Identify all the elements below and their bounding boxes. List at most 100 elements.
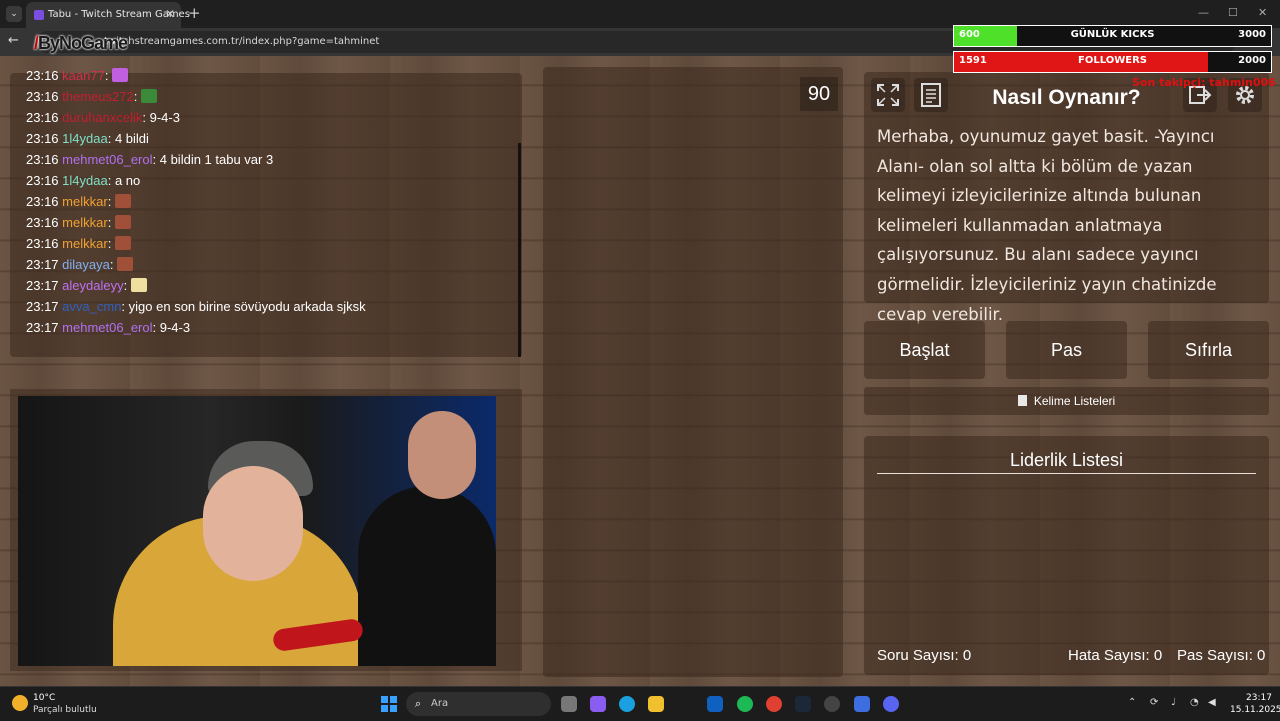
- chat-emote-icon: [114, 215, 131, 229]
- chat-username[interactable]: melkkar: [62, 215, 108, 230]
- taskbar-search[interactable]: ⌕ Ara: [406, 692, 551, 716]
- close-window-button[interactable]: ✕: [1258, 6, 1267, 19]
- back-button[interactable]: ←: [8, 33, 19, 48]
- streamer-head: [203, 466, 303, 581]
- maximize-button[interactable]: ☐: [1228, 6, 1238, 19]
- mic-icon[interactable]: ♩: [1171, 697, 1176, 708]
- copilot-icon[interactable]: [590, 696, 606, 712]
- wifi-icon[interactable]: ◔: [1190, 697, 1199, 708]
- clock-time[interactable]: 23:17: [1246, 693, 1272, 703]
- spotify-icon[interactable]: [737, 696, 753, 712]
- round-timer: 90: [800, 77, 838, 111]
- tab-close-icon[interactable]: ✕: [165, 7, 175, 21]
- chat-emote-icon: [117, 257, 134, 271]
- chat-timestamp: 23:16: [26, 236, 59, 251]
- app-icon[interactable]: [854, 696, 870, 712]
- chat-emote-icon: [140, 89, 157, 103]
- chat-timestamp: 23:16: [26, 152, 59, 167]
- chat-message: 23:16 1l4ydaa: a no: [26, 173, 141, 188]
- file-explorer-icon[interactable]: [648, 696, 664, 712]
- chat-message: 23:16 duruhanxcelik: 9-4-3: [26, 110, 180, 125]
- chat-emote-icon: [130, 278, 147, 292]
- chat-message: 23:16 1l4ydaa: 4 bildi: [26, 131, 149, 146]
- pass-button[interactable]: Pas: [1006, 321, 1127, 379]
- taskbar: 10°C Parçalı bulutlu ⌕ Ara ⌃ ⟳ ♩ ◔ ◀ 23:…: [0, 686, 1280, 721]
- tab-bar: ⌄ Tabu - Twitch Stream Games ✕ + — ☐ ✕: [0, 0, 1280, 28]
- chat-scrollbar[interactable]: [518, 143, 521, 357]
- start-button[interactable]: Başlat: [864, 321, 985, 379]
- chat-message: 23:16 melkkar:: [26, 215, 131, 230]
- steam-icon[interactable]: [795, 696, 811, 712]
- chat-username[interactable]: 1l4ydaa: [62, 131, 108, 146]
- chat-text: a no: [111, 173, 141, 188]
- search-icon: ⌕: [415, 697, 422, 710]
- chat-text: 4 bildin 1 tabu var 3: [156, 152, 274, 167]
- chat-timestamp: 23:16: [26, 194, 59, 209]
- chat-timestamp: 23:17: [26, 299, 59, 314]
- reset-button[interactable]: Sıfırla: [1148, 321, 1269, 379]
- how-to-title: Nasıl Oynanır?: [992, 86, 1141, 109]
- chat-username[interactable]: duruhanxcelik: [62, 110, 142, 125]
- chat-message: 23:16 melkkar:: [26, 194, 131, 209]
- outlook-icon[interactable]: [707, 696, 723, 712]
- card-board: [543, 67, 843, 677]
- chrome-icon[interactable]: [766, 696, 782, 712]
- leaderboard-panel: [864, 436, 1269, 675]
- chat-message: 23:16 mehmet06_erol: 4 bildin 1 tabu var…: [26, 152, 274, 167]
- error-count: Hata Sayısı: 0: [1068, 647, 1163, 664]
- chat-timestamp: 23:16: [26, 110, 59, 125]
- chat-username[interactable]: melkkar: [62, 194, 108, 209]
- followers-goal: 2000: [1238, 55, 1266, 66]
- kicks-goal: 3000: [1238, 29, 1266, 40]
- browser-tab[interactable]: Tabu - Twitch Stream Games ✕: [26, 2, 190, 28]
- last-follower-text: Son takipçi: tahmin006: [1132, 76, 1276, 89]
- chat-username[interactable]: mehmet06_erol: [62, 320, 152, 335]
- url-text: twitchstreamgames.com.tr/index.php?game=…: [104, 36, 380, 47]
- chat-username[interactable]: aleydaleyy: [62, 278, 123, 293]
- clock-date[interactable]: 15.11.2025: [1230, 705, 1280, 715]
- windows-start-icon[interactable]: [381, 696, 397, 712]
- chat-timestamp: 23:16: [26, 173, 59, 188]
- chat-text: 9-4-3: [156, 320, 191, 335]
- chat-message: 23:17 mehmet06_erol: 9-4-3: [26, 320, 191, 335]
- how-to-text: Merhaba, oyunumuz gayet basit. -Yayıncı …: [877, 127, 1217, 324]
- webcam-video: [18, 396, 496, 666]
- question-count: Soru Sayısı: 0: [877, 647, 972, 664]
- chat-timestamp: 23:17: [26, 278, 59, 293]
- weather-temperature: 10°C: [33, 693, 56, 703]
- minimize-button[interactable]: —: [1198, 6, 1209, 19]
- chat-username[interactable]: 1l4ydaa: [62, 173, 108, 188]
- chat-message: 23:17 aleydaleyy:: [26, 278, 147, 293]
- followers-goal-bar: 1591 FOLLOWERS 2000: [953, 51, 1272, 73]
- word-lists-button[interactable]: Kelime Listeleri: [864, 387, 1269, 415]
- kicks-label: GÜNLÜK KICKS: [1070, 29, 1155, 40]
- chat-timestamp: 23:16: [26, 68, 59, 83]
- tab-search-button[interactable]: ⌄: [6, 6, 22, 22]
- edge-icon[interactable]: [619, 696, 635, 712]
- guest-body: [358, 486, 496, 666]
- chat-username[interactable]: dilayaya: [62, 257, 110, 272]
- chat-username[interactable]: kaan77: [62, 68, 105, 83]
- chat-username[interactable]: themeus272: [62, 89, 134, 104]
- chat-timestamp: 23:17: [26, 257, 59, 272]
- chat-text: yigo en son birine sövüyodu arkada sjksk: [125, 299, 366, 314]
- followers-label: FOLLOWERS: [1078, 55, 1147, 66]
- obs-icon[interactable]: [824, 696, 840, 712]
- tray-chevron-icon[interactable]: ⌃: [1128, 697, 1136, 708]
- chat-username[interactable]: melkkar: [62, 236, 108, 251]
- discord-icon[interactable]: [883, 696, 899, 712]
- task-view-icon[interactable]: [561, 696, 577, 712]
- new-tab-button[interactable]: +: [188, 4, 201, 22]
- search-placeholder: Ara: [431, 698, 449, 709]
- chat-username[interactable]: mehmet06_erol: [62, 152, 152, 167]
- kicks-goal-bar: 600 GÜNLÜK KICKS 3000: [953, 25, 1272, 47]
- weather-description: Parçalı bulutlu: [33, 705, 97, 715]
- chat-message: 23:16 melkkar:: [26, 236, 131, 251]
- chat-timestamp: 23:16: [26, 131, 59, 146]
- chat-username[interactable]: avva_cmn: [62, 299, 121, 314]
- volume-icon[interactable]: ◀: [1208, 697, 1216, 708]
- weather-icon[interactable]: [12, 695, 28, 711]
- pass-count: Pas Sayısı: 0: [1177, 647, 1266, 664]
- sync-icon[interactable]: ⟳: [1150, 697, 1158, 708]
- chat-timestamp: 23:16: [26, 215, 59, 230]
